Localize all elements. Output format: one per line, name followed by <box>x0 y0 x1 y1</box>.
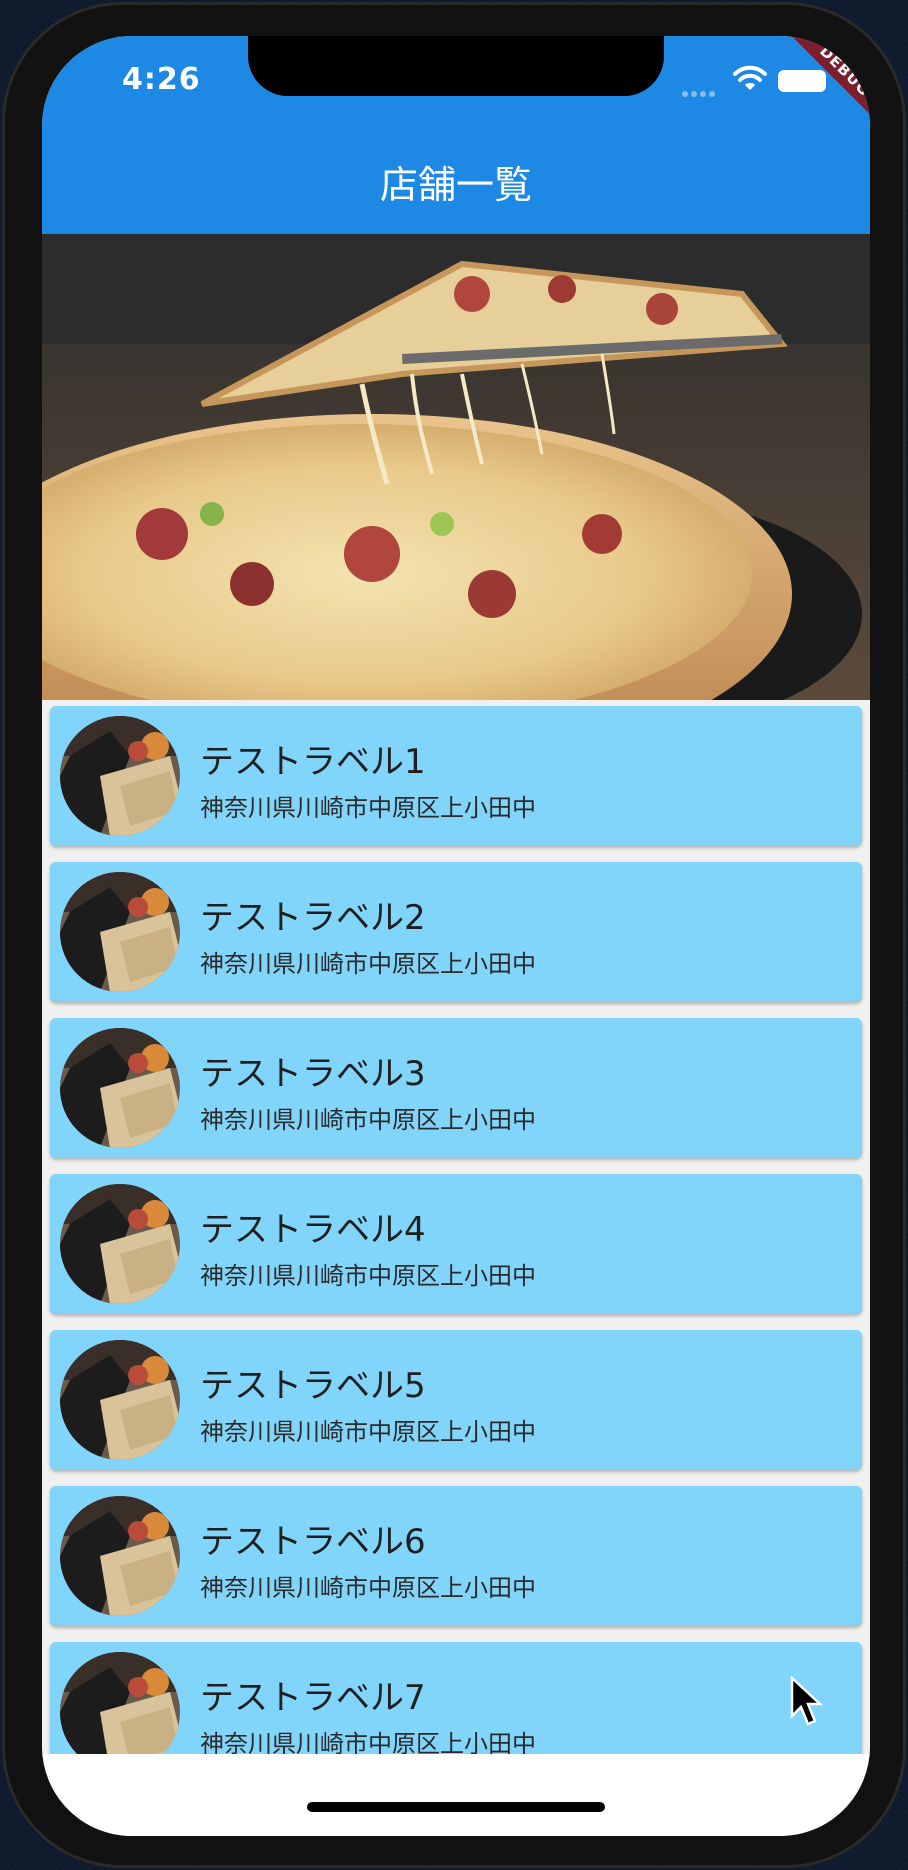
store-name: テストラベル6 <box>200 1522 426 1562</box>
store-list[interactable]: テストラベル1 神奈川県川崎市中原区上小田中 テストラベル2 神奈川県川崎市中原区上小… <box>42 700 870 1754</box>
store-name: テストラベル2 <box>200 898 426 938</box>
store-address: 神奈川県川崎市中原区上小田中 <box>200 1574 536 1602</box>
store-avatar <box>60 716 180 836</box>
store-name: テストラベル5 <box>200 1366 426 1406</box>
store-card[interactable]: テストラベル5 神奈川県川崎市中原区上小田中 <box>50 1330 862 1470</box>
store-name: テストラベル7 <box>200 1678 426 1718</box>
store-address: 神奈川県川崎市中原区上小田中 <box>200 1262 536 1290</box>
app-bar: 4:26 DEBUG 店舗一覧 <box>42 36 870 234</box>
battery-icon <box>778 70 826 92</box>
store-card[interactable]: テストラベル4 神奈川県川崎市中原区上小田中 <box>50 1174 862 1314</box>
store-card[interactable]: テストラベル1 神奈川県川崎市中原区上小田中 <box>50 706 862 846</box>
pizza-illustration <box>42 234 870 700</box>
store-avatar <box>60 1184 180 1304</box>
bottom-safe-area <box>42 1754 870 1836</box>
signal-icon <box>682 82 722 97</box>
notch <box>248 36 664 96</box>
store-name: テストラベル1 <box>200 742 426 782</box>
store-card[interactable]: テストラベル6 神奈川県川崎市中原区上小田中 <box>50 1486 862 1626</box>
store-name: テストラベル4 <box>200 1210 426 1250</box>
app-screen: 4:26 DEBUG 店舗一覧 テストラベル1 神奈川県川崎市中原区上小田中 テ… <box>42 36 870 1836</box>
mouse-cursor-icon <box>790 1676 824 1726</box>
store-card[interactable]: テストラベル7 神奈川県川崎市中原区上小田中 <box>50 1642 862 1754</box>
store-avatar <box>60 1340 180 1460</box>
store-avatar <box>60 1652 180 1754</box>
home-indicator[interactable] <box>307 1802 605 1812</box>
store-address: 神奈川県川崎市中原区上小田中 <box>200 1730 536 1754</box>
store-avatar <box>60 1496 180 1616</box>
store-avatar <box>60 1028 180 1148</box>
store-card[interactable]: テストラベル3 神奈川県川崎市中原区上小田中 <box>50 1018 862 1158</box>
page-title: 店舗一覧 <box>379 163 532 207</box>
store-address: 神奈川県川崎市中原区上小田中 <box>200 950 536 978</box>
status-time: 4:26 <box>122 62 201 97</box>
hero-image <box>42 234 870 700</box>
store-address: 神奈川県川崎市中原区上小田中 <box>200 1418 536 1446</box>
device-background: 4:26 DEBUG 店舗一覧 テストラベル1 神奈川県川崎市中原区上小田中 テ… <box>0 0 908 1870</box>
store-address: 神奈川県川崎市中原区上小田中 <box>200 1106 536 1134</box>
phone-frame: 4:26 DEBUG 店舗一覧 テストラベル1 神奈川県川崎市中原区上小田中 テ… <box>2 2 906 1868</box>
wifi-icon <box>733 65 767 90</box>
store-card[interactable]: テストラベル2 神奈川県川崎市中原区上小田中 <box>50 862 862 1002</box>
store-name: テストラベル3 <box>200 1054 426 1094</box>
store-address: 神奈川県川崎市中原区上小田中 <box>200 794 536 822</box>
store-avatar <box>60 872 180 992</box>
